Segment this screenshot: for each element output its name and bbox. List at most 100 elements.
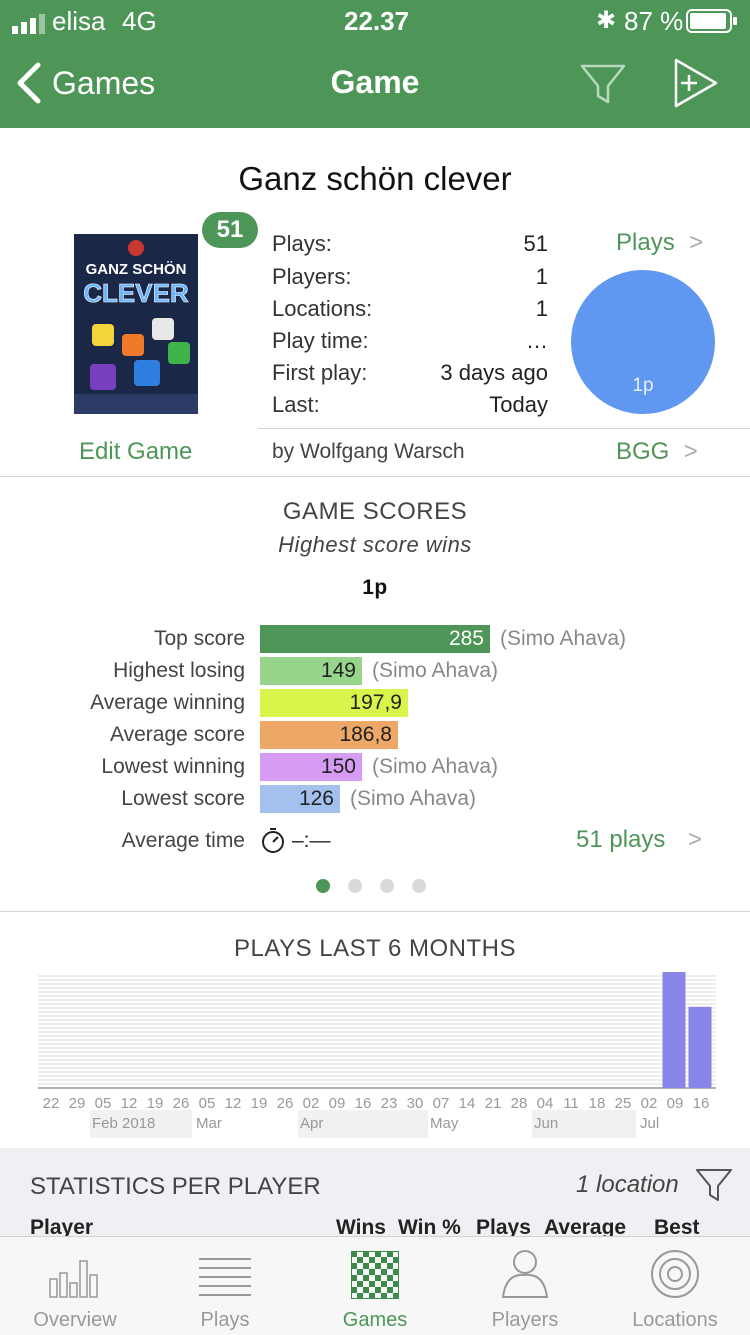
score-bar: 126 bbox=[260, 785, 340, 813]
stat-value: Today bbox=[489, 392, 548, 417]
tick-label: 12 bbox=[120, 1095, 138, 1112]
stat-value: 51 bbox=[523, 231, 548, 256]
month-label: Feb 2018 bbox=[92, 1115, 156, 1132]
network: 4G bbox=[122, 6, 157, 36]
stat-value: 1 bbox=[535, 264, 548, 289]
bar-chart-icon bbox=[49, 1260, 98, 1298]
filter-icon[interactable] bbox=[580, 64, 626, 109]
chart-bar bbox=[662, 972, 686, 1088]
tick-label: 05 bbox=[198, 1095, 216, 1112]
bluetooth-icon: ✱ bbox=[596, 7, 617, 34]
tick-label: 12 bbox=[224, 1095, 242, 1112]
scores-group: 1p bbox=[362, 576, 388, 599]
battery-percent: 87 % bbox=[624, 6, 684, 36]
avg-time-label: Average time bbox=[121, 829, 245, 852]
plays-link-label: Plays bbox=[616, 229, 675, 256]
score-label: Lowest winning bbox=[101, 755, 245, 778]
plays-count-link[interactable]: 51 plays > bbox=[576, 826, 702, 854]
tick-label: 28 bbox=[510, 1095, 528, 1112]
svg-text:CLEVER: CLEVER bbox=[83, 278, 189, 308]
chevron-right-icon: > bbox=[683, 438, 698, 465]
month-label: Apr bbox=[300, 1115, 324, 1132]
chart-title: PLAYS LAST 6 MONTHS bbox=[233, 935, 517, 962]
stat-label: Play time: bbox=[272, 328, 369, 353]
tick-label: 16 bbox=[692, 1095, 710, 1112]
pie-label: 1p bbox=[632, 375, 653, 396]
designer: by Wolfgang Warsch bbox=[272, 440, 465, 463]
tick-label: 09 bbox=[666, 1095, 684, 1112]
stat-label: Plays: bbox=[272, 231, 332, 256]
tab-label: Players bbox=[491, 1309, 559, 1331]
plays-link[interactable]: Plays > bbox=[616, 229, 703, 257]
stat-value: … bbox=[526, 328, 548, 353]
tick-label: 22 bbox=[42, 1095, 60, 1112]
tick-label: 30 bbox=[406, 1095, 424, 1112]
stat-value: 1 bbox=[535, 296, 548, 321]
target-icon bbox=[651, 1250, 699, 1298]
chart-bar bbox=[688, 1006, 712, 1088]
score-player: (Simo Ahava) bbox=[372, 659, 499, 682]
bgg-link[interactable]: BGG > bbox=[616, 438, 698, 466]
page-title: Game bbox=[330, 64, 420, 100]
tick-label: 04 bbox=[536, 1095, 554, 1112]
tick-label: 19 bbox=[146, 1095, 164, 1112]
list-icon bbox=[199, 1258, 251, 1296]
tick-label: 18 bbox=[588, 1095, 606, 1112]
stat-label: Players: bbox=[272, 264, 352, 289]
score-bar: 285 bbox=[260, 625, 490, 653]
score-bar: 150 bbox=[260, 753, 362, 781]
players-pie-chart[interactable]: 1p bbox=[570, 269, 716, 420]
game-cover-image: GANZ SCHÖN CLEVER bbox=[74, 234, 198, 414]
tick-label: 05 bbox=[94, 1095, 112, 1112]
stat-label: Locations: bbox=[272, 296, 373, 321]
page-indicator[interactable] bbox=[316, 879, 430, 898]
tab-label: Locations bbox=[632, 1309, 718, 1331]
tick-label: 14 bbox=[458, 1095, 476, 1112]
chevron-right-icon: > bbox=[687, 826, 702, 853]
tick-label: 16 bbox=[354, 1095, 372, 1112]
stat-value: 3 days ago bbox=[440, 360, 548, 385]
tab-locations[interactable]: Locations bbox=[600, 1237, 750, 1335]
score-player: (Simo Ahava) bbox=[500, 627, 627, 650]
month-label: May bbox=[430, 1115, 459, 1132]
tab-games[interactable]: Games bbox=[300, 1237, 450, 1335]
score-bar: 186,8 bbox=[260, 721, 398, 749]
tab-label: Plays bbox=[200, 1309, 250, 1331]
play-count-badge: 51 bbox=[202, 212, 258, 248]
clock: 22.37 bbox=[344, 6, 410, 36]
score-label: Top score bbox=[153, 627, 245, 650]
add-play-icon[interactable] bbox=[672, 58, 720, 113]
tick-label: 26 bbox=[172, 1095, 190, 1112]
score-bar: 197,9 bbox=[260, 689, 408, 717]
svg-text:GANZ SCHÖN: GANZ SCHÖN bbox=[86, 261, 187, 278]
tick-label: 11 bbox=[563, 1095, 579, 1112]
edit-game-button[interactable]: Edit Game bbox=[79, 438, 192, 466]
tick-label: 19 bbox=[250, 1095, 268, 1112]
stat-label: First play: bbox=[272, 360, 368, 385]
tick-label: 02 bbox=[640, 1095, 658, 1112]
month-label: Jun bbox=[534, 1115, 559, 1132]
tick-label: 25 bbox=[614, 1095, 632, 1112]
tick-label: 07 bbox=[432, 1095, 450, 1112]
tab-plays[interactable]: Plays bbox=[150, 1237, 300, 1335]
filter-icon bbox=[695, 1169, 732, 1201]
game-title: Ganz schön clever bbox=[238, 160, 512, 197]
battery-icon bbox=[686, 9, 738, 40]
bgg-link-label: BGG bbox=[616, 438, 670, 465]
tab-label: Games bbox=[342, 1309, 408, 1331]
location-filter-button[interactable]: 1 location bbox=[576, 1168, 733, 1202]
tick-label: 02 bbox=[302, 1095, 320, 1112]
stopwatch-icon bbox=[260, 826, 286, 859]
score-label: Highest losing bbox=[113, 659, 245, 682]
tick-label: 09 bbox=[328, 1095, 346, 1112]
tick-label: 26 bbox=[276, 1095, 294, 1112]
checkerboard-icon bbox=[351, 1251, 399, 1299]
location-filter-label: 1 location bbox=[576, 1171, 679, 1198]
tab-players[interactable]: Players bbox=[450, 1237, 600, 1335]
month-label: Jul bbox=[640, 1115, 660, 1132]
stats-heading: STATISTICS PER PLAYER bbox=[30, 1173, 321, 1200]
stat-label: Last: bbox=[272, 392, 320, 417]
person-icon bbox=[501, 1250, 549, 1298]
tab-overview[interactable]: Overview bbox=[0, 1237, 150, 1335]
score-label: Average score bbox=[109, 723, 245, 746]
